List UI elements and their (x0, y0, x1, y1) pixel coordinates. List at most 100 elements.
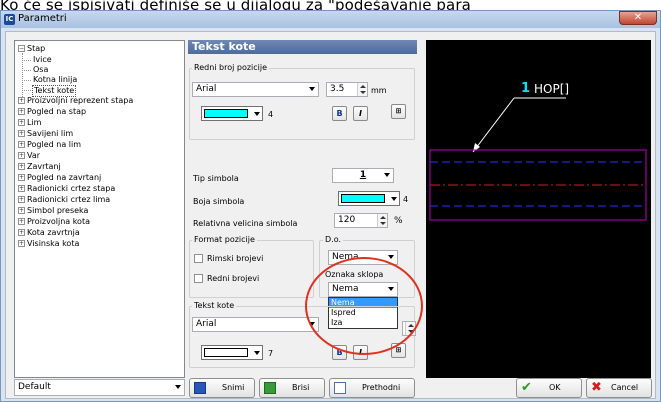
tree-item-osa[interactable]: Osa (33, 65, 48, 75)
ok-button[interactable]: ✔ OK (516, 378, 582, 398)
dialog-window: IC Parametri ✕ − Stap Ivice Osa Kotna lin… (0, 10, 661, 402)
expand-icon[interactable]: + (18, 163, 25, 170)
redni-broj-group (189, 68, 415, 140)
tree-item-ivice[interactable]: Ivice (33, 55, 52, 65)
close-button[interactable]: ✕ (619, 11, 657, 25)
brisi-button[interactable]: Brisi (259, 378, 325, 398)
group-title: Format pozicije (192, 235, 257, 244)
tree-item[interactable]: + Pogled na lim (18, 140, 81, 150)
tree-item[interactable]: + Savijeni lim (18, 129, 73, 139)
chevron-down-icon (254, 351, 260, 355)
prethodni-button[interactable]: Prethodni (329, 378, 415, 398)
rimski-label: Rimski brojevi (207, 254, 264, 263)
rimski-checkbox[interactable] (194, 254, 203, 263)
expand-icon[interactable]: + (18, 229, 25, 236)
spinner-arrows-icon[interactable] (357, 83, 367, 96)
tree-label: Stap (27, 44, 46, 53)
tree-item[interactable]: + Simbol preseka (18, 206, 88, 216)
expand-icon[interactable]: + (18, 130, 25, 137)
preview-drawing: 1 HOP[] (429, 81, 647, 221)
tree-item[interactable]: + Kota zavrtnja (18, 228, 80, 238)
font-select[interactable]: Arial (192, 82, 319, 97)
cancel-button[interactable]: ✖ Cancel (586, 378, 652, 398)
expand-icon[interactable]: + (18, 196, 25, 203)
italic-button[interactable]: I (353, 106, 368, 121)
title-bar: IC Parametri ✕ (1, 11, 660, 28)
group-title: Redni broj pozicije (192, 63, 270, 72)
chevron-down-icon (391, 197, 397, 201)
expand-icon[interactable]: + (18, 185, 25, 192)
preset-select[interactable]: Default (14, 379, 185, 396)
font-select-2[interactable]: Arial (192, 317, 319, 332)
tree-item[interactable]: + Visinska kota (18, 239, 79, 249)
chevron-down-icon (384, 173, 390, 177)
tree-item[interactable]: + Zavrtanj (18, 162, 61, 172)
color-swatch (204, 348, 248, 357)
collapse-icon[interactable]: − (18, 45, 25, 52)
preview-label-number: 1 (521, 81, 530, 96)
color-number: 7 (268, 349, 274, 358)
expand-icon[interactable]: + (18, 218, 25, 225)
tree-item[interactable]: + Proizvoljni reprezent stapa (18, 96, 133, 106)
dialog-client: − Stap Ivice Osa Kotna linija Tekst kote … (5, 31, 656, 399)
tree-item-kotna-linija[interactable]: Kotna linija (33, 75, 77, 85)
tree-item[interactable]: + Radionicki crtez stapa (18, 184, 115, 194)
category-tree[interactable]: − Stap Ivice Osa Kotna linija Tekst kote … (14, 40, 185, 378)
trash-icon (264, 382, 276, 394)
symbol-color-picker[interactable] (338, 191, 400, 206)
button-label: Prethodni (362, 383, 401, 392)
size-spinner[interactable]: 3.5 (326, 82, 368, 97)
cross-icon: ✖ (591, 380, 602, 395)
percent-label: % (394, 216, 403, 226)
expand-icon[interactable]: + (18, 141, 25, 148)
chevron-down-icon (309, 87, 315, 91)
expand-icon[interactable]: + (18, 240, 25, 247)
expand-icon[interactable]: + (18, 207, 25, 214)
document-icon (334, 382, 346, 394)
redni-label: Redni brojevi (207, 274, 260, 283)
window-title: Parametri (18, 13, 67, 24)
color-number: 4 (268, 110, 274, 119)
text-position-icon[interactable]: ⊞ (391, 104, 406, 119)
app-icon: IC (4, 14, 15, 25)
tree-item[interactable]: + Pogled na zavrtanj (18, 173, 101, 183)
tree-item[interactable]: + Radionicki crtez lima (18, 195, 110, 205)
expand-icon[interactable]: + (18, 97, 25, 104)
chevron-down-icon (388, 255, 394, 259)
button-label: Brisi (292, 383, 310, 392)
chevron-down-icon (175, 385, 181, 389)
checkmark-icon: ✔ (521, 380, 532, 395)
bold-button[interactable]: B (332, 106, 347, 121)
tip-simbola-label: Tip simbola (193, 174, 239, 183)
expand-icon[interactable]: + (18, 108, 25, 115)
spinner-arrows-icon[interactable] (377, 214, 387, 227)
close-icon: ✕ (633, 12, 643, 23)
panel-title: Tekst kote (188, 40, 417, 54)
tree-item[interactable]: + Pogled na stap (18, 107, 86, 117)
button-label: Snimi (222, 383, 245, 392)
tree-item[interactable]: + Var (18, 151, 40, 161)
expand-icon[interactable]: + (18, 152, 25, 159)
tree-item[interactable]: + Lim (18, 118, 41, 128)
relativna-spinner[interactable]: 120 (334, 213, 388, 228)
preview-label-text: HOP[] (534, 82, 569, 96)
expand-icon[interactable]: + (18, 174, 25, 181)
tree-item[interactable]: + Proizvoljna kota (18, 217, 90, 227)
boja-simbola-label: Boja simbola (193, 197, 245, 206)
group-title: D.o. (323, 235, 343, 244)
relativna-label: Relativna velicina simbola (193, 219, 298, 228)
button-label: OK (549, 383, 561, 392)
text-color-picker[interactable] (201, 106, 263, 121)
snimi-button[interactable]: Snimi (189, 378, 255, 398)
unit-label: mm (371, 86, 387, 95)
color-swatch (341, 194, 385, 203)
button-label: Cancel (611, 383, 639, 392)
expand-icon[interactable]: + (18, 119, 25, 126)
text-color-picker-2[interactable] (201, 345, 263, 360)
tip-simbola-select[interactable]: 1 (332, 168, 394, 183)
preview-canvas: 1 HOP[] (426, 40, 651, 378)
highlight-annotation (305, 257, 423, 355)
color-number: 4 (403, 195, 409, 204)
redni-checkbox[interactable] (194, 274, 203, 283)
chevron-down-icon (254, 112, 260, 116)
